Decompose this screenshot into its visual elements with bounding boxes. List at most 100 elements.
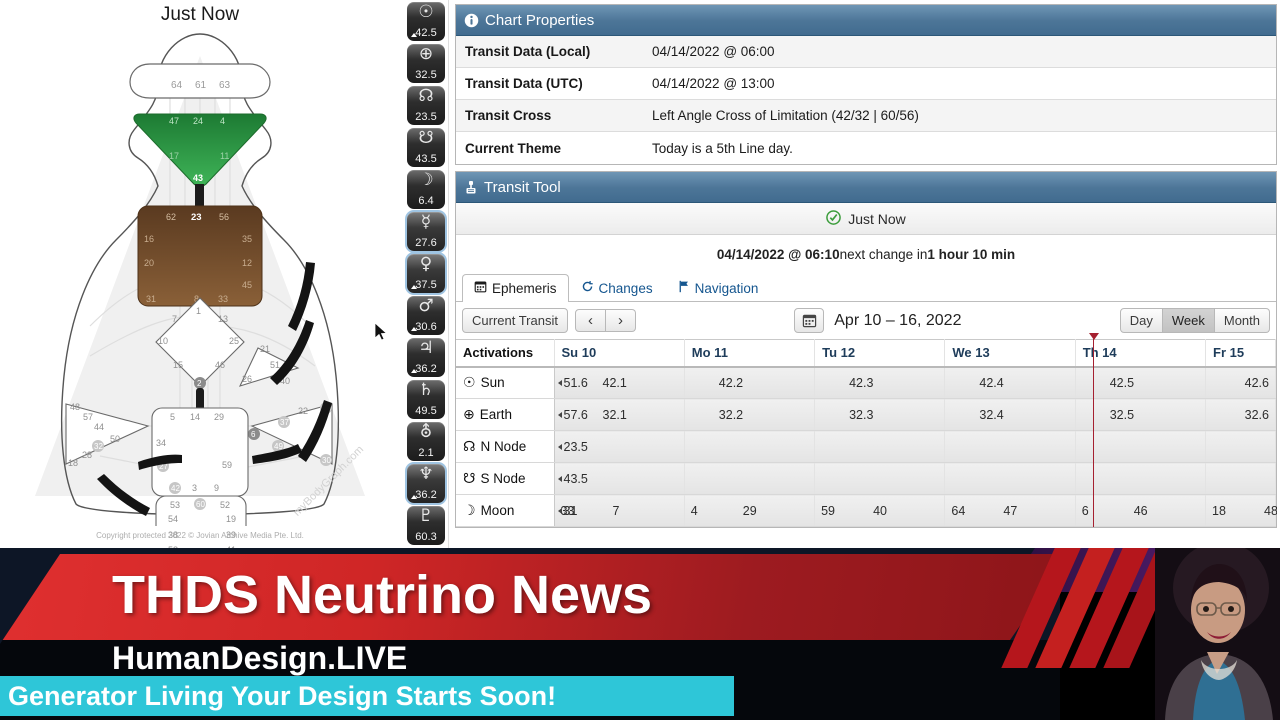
bodygraph-diagram[interactable]: 64 61 63 47 24 4 17 11 43 62 23 56 16 35… bbox=[30, 26, 370, 526]
carry-in-value: 57.6 bbox=[557, 408, 588, 422]
ephemeris-value: 32.2 bbox=[718, 407, 744, 422]
planet-activation-strip[interactable]: ☉ 42.5 ⊕ 32.5 ☊ 23.5 ☋ 43.5 ☽ 6.4 ☿ 27.6 ♀ 37.5 ♂ 30.6 ♃… bbox=[404, 2, 448, 547]
ephemeris-value: 32.1 bbox=[602, 407, 627, 422]
svg-text:9: 9 bbox=[214, 483, 219, 493]
svg-text:34: 34 bbox=[156, 438, 166, 448]
ephemeris-cell: 31 33 7 bbox=[554, 494, 685, 527]
tab-ephemeris[interactable]: Ephemeris bbox=[462, 274, 569, 302]
prev-period-button[interactable]: ‹ bbox=[574, 309, 606, 332]
ephemeris-table[interactable]: Activations Su 10 Mo 11 Tu 12 We 13 Th 14 Fr 1… bbox=[456, 339, 1277, 527]
ephemeris-cell: 42.2 bbox=[684, 366, 816, 399]
activation-label-cell: ☋ S Node bbox=[456, 462, 555, 495]
date-step-group[interactable]: ‹ › bbox=[574, 309, 636, 332]
ephemeris-row: ⊕ Earth 57.6 32.1 32.2 32.3 32.4 32.5 32.6 bbox=[456, 398, 1276, 431]
app-root: Just Now 64 61 63 47 24 4 17 11 43 62 23… bbox=[0, 0, 1280, 720]
day-column-header: Su 10 bbox=[554, 339, 685, 368]
jupiter-glyph-icon: ♃ bbox=[418, 338, 434, 358]
next-change-duration: 1 hour 10 min bbox=[927, 246, 1016, 262]
ephemeris-cell bbox=[1205, 462, 1276, 495]
chart-property-key: Transit Data (UTC) bbox=[465, 76, 583, 91]
date-range-area: Apr 10 – 16, 2022 bbox=[643, 308, 1113, 333]
svg-text:50: 50 bbox=[110, 434, 120, 444]
planet-chip-neptune[interactable]: ♆ 36.2 bbox=[407, 464, 445, 503]
ephemeris-cell: 43.5 bbox=[554, 462, 685, 495]
planet-chip-north-node[interactable]: ☊ 23.5 bbox=[407, 86, 445, 125]
planet-chip-south-node[interactable]: ☋ 43.5 bbox=[407, 128, 445, 167]
svg-text:32: 32 bbox=[94, 442, 103, 451]
s-node-glyph-icon: ☋ bbox=[463, 470, 476, 487]
calendar-icon bbox=[474, 275, 487, 302]
svg-text:62: 62 bbox=[166, 212, 176, 222]
just-now-status-bar[interactable]: Just Now bbox=[456, 203, 1276, 235]
ephemeris-cell: 23.5 bbox=[554, 430, 685, 463]
ephemeris-value: 47 bbox=[1003, 503, 1018, 518]
ephemeris-table-wrap: Activations Su 10 Mo 11 Tu 12 We 13 Th 14 Fr 1… bbox=[456, 333, 1277, 527]
carry-in-text: 51.6 bbox=[563, 375, 588, 390]
planet-chip-venus[interactable]: ♀ 37.5 bbox=[407, 254, 445, 293]
svg-text:63: 63 bbox=[219, 80, 231, 91]
ephemeris-cell bbox=[1075, 430, 1207, 463]
transit-tool-tabs[interactable]: Ephemeris Changes Navigation bbox=[456, 273, 1276, 302]
ephemeris-value: 32.4 bbox=[979, 407, 1004, 422]
planet-chip-saturn[interactable]: ♄ 49.5 bbox=[407, 380, 445, 419]
ephemeris-value: 6 bbox=[1081, 503, 1089, 518]
transit-tool-panel: Transit Tool Just Now 04/14/2022 @ 06:10… bbox=[455, 171, 1277, 528]
ephemeris-value: 18 bbox=[1212, 503, 1226, 518]
planet-gate-line-value: 6.4 bbox=[418, 195, 434, 207]
info-icon bbox=[464, 13, 479, 28]
carry-in-value: 23.5 bbox=[557, 440, 588, 454]
scale-button-week[interactable]: Week bbox=[1162, 308, 1215, 333]
next-period-button[interactable]: › bbox=[605, 309, 636, 332]
scale-button-month[interactable]: Month bbox=[1214, 308, 1270, 333]
ephemeris-cell: 18 48 bbox=[1205, 494, 1277, 527]
ephemeris-value: 33 bbox=[560, 503, 575, 518]
date-range-label: Apr 10 – 16, 2022 bbox=[834, 311, 962, 329]
planet-chip-pluto[interactable]: ♇ 60.3 bbox=[407, 506, 445, 545]
chart-property-value: 04/14/2022 @ 06:00 bbox=[652, 44, 775, 59]
current-transit-button[interactable]: Current Transit bbox=[462, 308, 568, 333]
time-scale-group[interactable]: Day Week Month bbox=[1119, 308, 1270, 333]
bodygraph-title: Just Now bbox=[160, 4, 240, 25]
banner-ticker: Generator Living Your Design Starts Soon… bbox=[0, 676, 734, 716]
panel-divider bbox=[448, 0, 452, 548]
svg-text:13: 13 bbox=[218, 314, 228, 324]
planet-gate-line-value: 37.5 bbox=[415, 279, 437, 291]
tab-changes[interactable]: Changes bbox=[569, 274, 665, 301]
svg-text:15: 15 bbox=[173, 360, 183, 370]
svg-text:26: 26 bbox=[242, 374, 252, 384]
planet-gate-line-value: 27.6 bbox=[415, 237, 437, 249]
right-content-pane: Chart Properties Transit Data (Local) 04/… bbox=[455, 4, 1277, 549]
svg-text:57: 57 bbox=[83, 412, 93, 422]
planet-chip-moon[interactable]: ☽ 6.4 bbox=[407, 170, 445, 209]
ephemeris-toolbar[interactable]: Current Transit ‹ › Apr 10 – 16, 2022 Da… bbox=[456, 302, 1276, 339]
bodygraph-pane: Just Now 64 61 63 47 24 4 17 11 43 62 23… bbox=[0, 0, 400, 548]
svg-text:12: 12 bbox=[242, 258, 252, 268]
planet-chip-sun[interactable]: ☉ 42.5 bbox=[407, 2, 445, 41]
day-column-header: Th 14 bbox=[1075, 339, 1207, 368]
svg-text:60: 60 bbox=[196, 500, 205, 509]
svg-text:3: 3 bbox=[192, 483, 197, 493]
svg-text:28: 28 bbox=[82, 450, 92, 460]
ephemeris-cell: 42.3 bbox=[814, 366, 946, 399]
day-column-header: Mo 11 bbox=[684, 339, 816, 368]
planet-chip-earth[interactable]: ⊕ 32.5 bbox=[407, 44, 445, 83]
planet-gate-line-value: 36.2 bbox=[415, 489, 437, 501]
planet-chip-jupiter[interactable]: ♃ 36.2 bbox=[407, 338, 445, 377]
ephemeris-row: ☋ S Node 43.5 bbox=[456, 462, 1276, 495]
ephemeris-value: 42.2 bbox=[718, 375, 744, 390]
scale-button-day[interactable]: Day bbox=[1119, 308, 1163, 333]
svg-text:56: 56 bbox=[219, 212, 229, 222]
tab-navigation[interactable]: Navigation bbox=[665, 274, 771, 301]
planet-gate-line-value: 42.5 bbox=[415, 27, 437, 39]
planet-chip-uranus[interactable]: ⛢ 2.1 bbox=[407, 422, 445, 461]
planet-chip-mars[interactable]: ♂ 30.6 bbox=[407, 296, 445, 335]
ephemeris-cell bbox=[684, 430, 816, 463]
svg-text:18: 18 bbox=[68, 458, 78, 468]
svg-text:42: 42 bbox=[171, 484, 180, 493]
planet-gate-line-value: 2.1 bbox=[418, 447, 434, 459]
svg-text:44: 44 bbox=[94, 422, 104, 432]
south-node-glyph-icon: ☋ bbox=[418, 128, 434, 148]
calendar-picker-button[interactable] bbox=[794, 308, 825, 333]
ephemeris-row: ☊ N Node 23.5 bbox=[456, 430, 1276, 463]
planet-chip-mercury[interactable]: ☿ 27.6 bbox=[407, 212, 445, 251]
